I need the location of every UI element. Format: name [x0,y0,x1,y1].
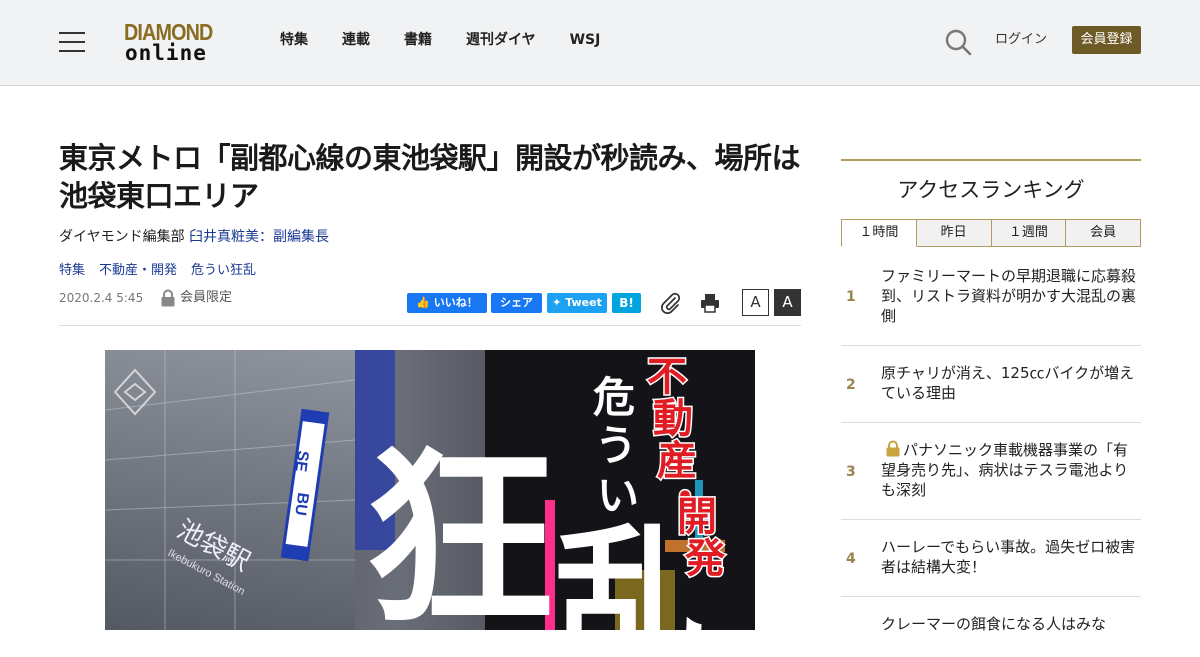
login-link[interactable]: ログイン [995,31,1047,49]
svg-text:う: う [595,421,637,470]
site-logo[interactable]: DIAMOND online [124,20,226,66]
logo-online-text: online [125,41,207,65]
article-tags: 特集 不動産・開発 危うい狂乱 [59,262,270,280]
hero-kanji-kyou: 狂 [365,427,555,630]
nav-item-series[interactable]: 連載 [342,30,370,50]
ranking-title: パナソニック車載機器事業の「有望身売り先」、病状はテスラ電池よりも深刻 [881,440,1139,500]
byline-dept: ダイヤモンド編集部 [59,229,190,245]
tweet-button[interactable]: ✦ Tweet [547,293,607,313]
lock-icon [886,440,900,457]
ranking-title: クレーマーの餌食になる人はみな [881,615,1107,633]
bird-icon: ✦ [552,296,562,309]
ranking-top-rule [841,159,1141,161]
tag-special[interactable]: 特集 [59,262,85,280]
article-title: 東京メトロ「副都心線の東池袋駅」開設が秒読み、場所は池袋東口エリア [59,141,801,213]
author-link[interactable]: 臼井真粧美：副編集長 [189,229,329,245]
hero-image: 池袋駅 Ikebukuro Station SE BU 狂 乱 危うい 不動産 … [105,350,755,630]
tab-1-hour[interactable]: １時間 [841,219,917,247]
nav-item-special[interactable]: 特集 [280,30,308,50]
tab-members[interactable]: 会員 [1066,219,1141,247]
thumbs-up-icon: 👍 [416,296,430,309]
members-only-badge: 会員限定 [160,289,232,307]
ranking-number: 3 [846,464,856,480]
font-size-small-button[interactable]: A [742,289,769,316]
svg-text:い: い [597,471,639,520]
lock-icon [161,289,175,307]
ranking-title-text: パナソニック車載機器事業の「有望身売り先」、病状はテスラ電池よりも深刻 [881,441,1129,499]
like-label: いいね！ [433,296,478,309]
svg-text:動: 動 [653,396,693,442]
ranking-title: ファミリーマートの早期退職に応募殺到、リストラ資料が明かす大混乱の裏側 [881,267,1137,325]
ranking-title: ハーレーでもらい事故。過失ゼロ被害者は結構大変！ [881,538,1136,576]
nav-item-books[interactable]: 書籍 [404,30,432,50]
hero-sign-top: SE [291,449,311,473]
ranking-number: 2 [846,377,856,393]
font-size-large-button[interactable]: A [774,289,801,316]
svg-text:不: 不 [647,354,687,400]
main-nav: 特集 連載 書籍 週刊ダイヤ WSJ [280,30,634,50]
svg-text:危: 危 [593,373,635,422]
tab-1-week[interactable]: １週間 [991,219,1067,247]
svg-text:開: 開 [677,494,717,540]
ranking-number: 1 [846,289,856,305]
nav-item-wsj[interactable]: WSJ [570,30,601,50]
hero-sign-bottom: BU [291,491,311,516]
members-only-label: 会員限定 [180,290,233,305]
facebook-like-button[interactable]: 👍 いいね！ [407,293,487,313]
hatena-bookmark-button[interactable]: B! [612,293,641,313]
menu-icon[interactable] [59,31,85,53]
tag-series[interactable]: 危うい狂乱 [191,262,256,280]
tag-real-estate[interactable]: 不動産・開発 [99,262,177,280]
ranking-number: 4 [846,551,856,567]
ranking-item-2[interactable]: 2 原チャリが消え、125㏄バイクが増えている理由 [841,346,1141,423]
paperclip-icon[interactable] [659,292,681,314]
site-header: DIAMOND online 特集 連載 書籍 週刊ダイヤ WSJ ログイン 会… [0,0,1200,86]
register-button[interactable]: 会員登録 [1072,26,1141,54]
print-icon[interactable] [699,292,721,314]
tab-yesterday[interactable]: 昨日 [916,219,992,247]
ranking-item-1[interactable]: 1 ファミリーマートの早期退職に応募殺到、リストラ資料が明かす大混乱の裏側 [841,257,1141,346]
facebook-share-button[interactable]: シェア [491,293,542,313]
ranking-item-5[interactable]: クレーマーの餌食になる人はみな [841,597,1141,657]
nav-item-weekly-diamond[interactable]: 週刊ダイヤ [466,30,536,50]
ranking-item-3[interactable]: 3 パナソニック車載機器事業の「有望身売り先」、病状はテスラ電池よりも深刻 [841,423,1141,520]
divider [59,325,801,326]
byline: ダイヤモンド編集部 臼井真粧美：副編集長 [59,228,329,246]
hero-white-vertical: 危うい [593,373,639,520]
tweet-label: Tweet [565,296,602,309]
ranking-heading: アクセスランキング [897,178,1085,202]
ranking-item-4[interactable]: 4 ハーレーでもらい事故。過失ゼロ被害者は結構大変！ [841,520,1141,597]
search-icon[interactable] [944,28,972,56]
ranking-title: 原チャリが消え、125㏄バイクが増えている理由 [881,364,1135,402]
svg-text:発: 発 [685,536,726,582]
ranking-tabs: １時間 昨日 １週間 会員 [841,219,1141,247]
publish-date: 2020.2.4 5:45 [59,291,144,305]
